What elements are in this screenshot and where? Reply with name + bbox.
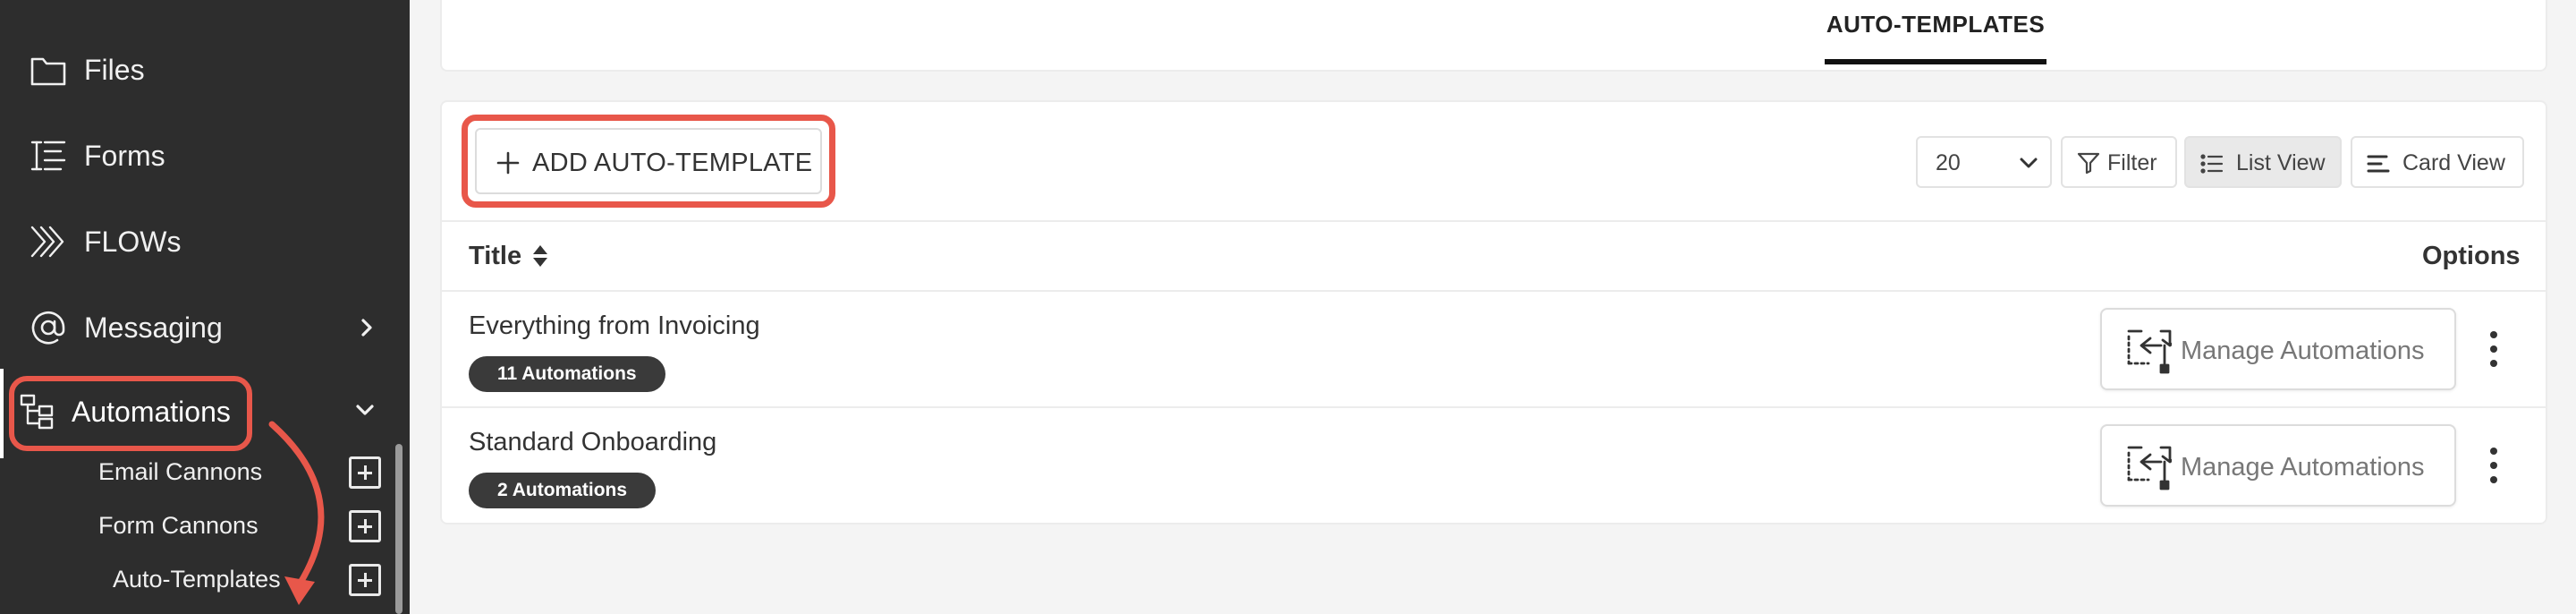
row-title[interactable]: Standard Onboarding — [469, 428, 716, 457]
sidebar-item-label: Forms — [84, 139, 165, 172]
page-size-value: 20 — [1936, 150, 1961, 175]
card-view-button[interactable]: Card View — [2351, 136, 2524, 188]
sidebar-subitem-email-cannons[interactable]: Email Cannons — [0, 446, 410, 499]
chevron-down-icon — [2018, 154, 2039, 176]
more-options-icon[interactable] — [2487, 331, 2501, 367]
sidebar-item-flows[interactable]: FLOWs — [0, 199, 410, 285]
sidebar: Files Forms FLOWs Messaging Automations … — [0, 0, 410, 614]
tab-bar: AUTO-TEMPLATES — [440, 0, 2547, 72]
manage-automations-button[interactable]: Manage Automations — [2100, 308, 2456, 390]
flows-chevrons-icon — [29, 222, 68, 261]
sort-icon[interactable] — [531, 243, 549, 269]
manage-automations-label: Manage Automations — [2181, 453, 2425, 482]
add-auto-template-button[interactable]: ADD AUTO-TEMPLATE — [475, 128, 822, 194]
card-view-icon — [2367, 153, 2390, 179]
filter-icon — [2077, 151, 2100, 179]
at-sign-icon — [29, 308, 68, 347]
add-auto-template-icon[interactable] — [349, 564, 381, 596]
divider — [442, 220, 2546, 222]
active-indicator — [0, 369, 4, 458]
form-list-icon — [29, 136, 68, 175]
sidebar-item-label: Automations — [72, 396, 231, 428]
sidebar-item-forms[interactable]: Forms — [0, 113, 410, 199]
manage-automations-label: Manage Automations — [2181, 337, 2425, 365]
manage-automations-icon — [2125, 444, 2179, 490]
chevron-right-icon — [354, 315, 379, 340]
automations-tree-icon — [20, 394, 59, 433]
add-button-label: ADD AUTO-TEMPLATE — [532, 149, 813, 177]
sidebar-item-messaging[interactable]: Messaging — [0, 285, 410, 371]
list-view-label: List View — [2236, 150, 2326, 175]
divider — [442, 406, 2546, 408]
sidebar-item-automations[interactable]: Automations — [0, 369, 410, 458]
column-header-title[interactable]: Title — [469, 242, 521, 271]
tab-label: AUTO-TEMPLATES — [1826, 11, 2046, 38]
sidebar-item-label: Files — [84, 53, 145, 86]
sidebar-item-files[interactable]: Files — [0, 27, 410, 113]
manage-automations-button[interactable]: Manage Automations — [2100, 424, 2456, 507]
column-header-options: Options — [2422, 242, 2521, 270]
sidebar-subitem-label: Email Cannons — [98, 458, 263, 485]
plus-icon — [496, 151, 520, 175]
sidebar-scrollbar[interactable] — [395, 444, 402, 614]
chevron-down-icon — [354, 401, 379, 426]
card-view-label: Card View — [2402, 150, 2505, 175]
list-icon — [2200, 153, 2224, 179]
tab-auto-templates[interactable]: AUTO-TEMPLATES — [1825, 0, 2046, 64]
more-options-icon[interactable] — [2487, 448, 2501, 483]
add-email-cannon-icon[interactable] — [349, 456, 381, 489]
folder-icon — [29, 50, 68, 90]
auto-templates-panel: ADD AUTO-TEMPLATE 20 Filter List View Ca… — [440, 100, 2547, 524]
automation-count-badge: 11 Automations — [469, 356, 665, 392]
divider — [442, 290, 2546, 292]
manage-automations-icon — [2125, 328, 2179, 374]
add-form-cannon-icon[interactable] — [349, 510, 381, 542]
sidebar-item-label: Messaging — [84, 311, 223, 344]
filter-button[interactable]: Filter — [2061, 136, 2177, 188]
active-tab-underline — [1825, 59, 2046, 64]
sidebar-subitem-auto-templates[interactable]: Auto-Templates — [0, 553, 410, 607]
sidebar-subitem-label: Auto-Templates — [113, 566, 281, 593]
automation-count-badge: 2 Automations — [469, 473, 657, 508]
sidebar-subitem-form-cannons[interactable]: Form Cannons — [0, 499, 410, 553]
filter-label: Filter — [2107, 150, 2157, 175]
sidebar-item-label: FLOWs — [84, 225, 182, 258]
page-size-select[interactable]: 20 — [1916, 136, 2052, 188]
list-view-button[interactable]: List View — [2184, 136, 2342, 188]
row-title[interactable]: Everything from Invoicing — [469, 311, 760, 341]
highlight-box: ADD AUTO-TEMPLATE — [462, 115, 835, 208]
sidebar-subitem-label: Form Cannons — [98, 512, 258, 539]
